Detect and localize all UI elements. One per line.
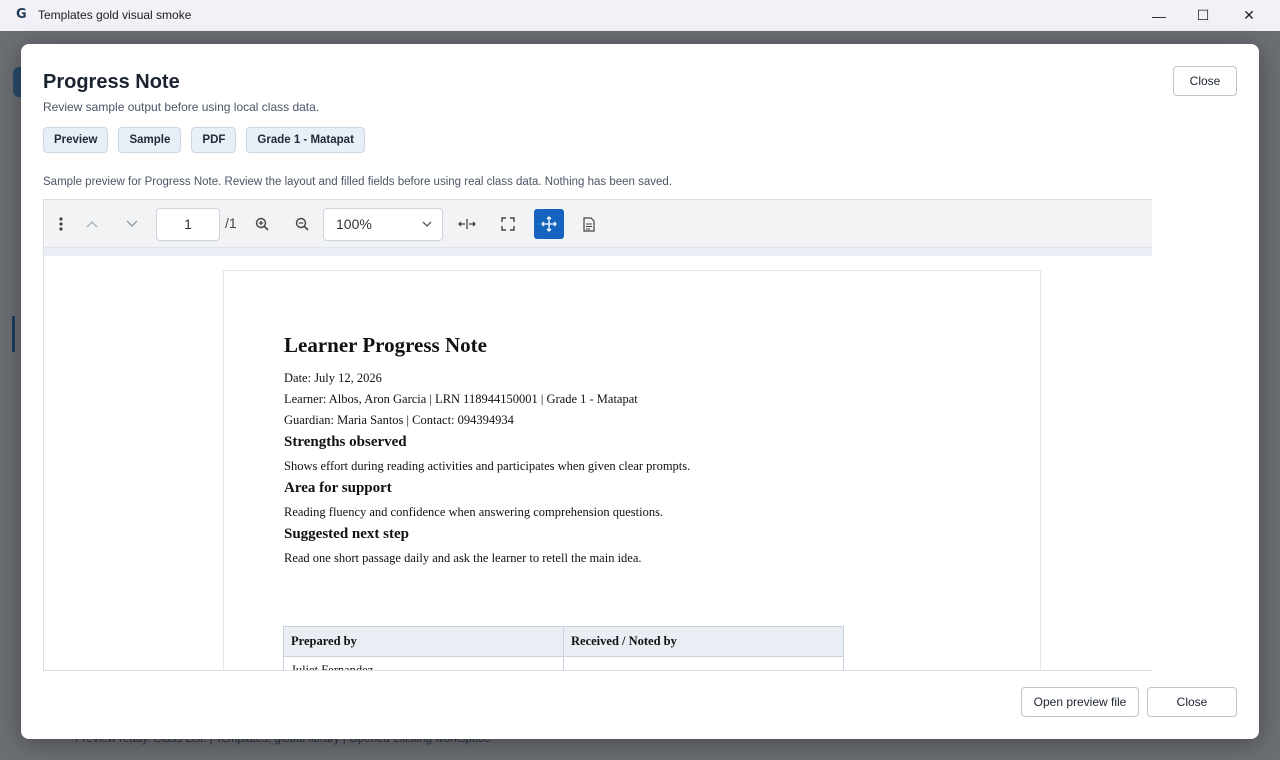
preview-notice: Sample preview for Progress Note. Review… bbox=[43, 176, 673, 188]
zoom-in-icon[interactable] bbox=[247, 209, 277, 239]
signature-table: Prepared by Received / Noted by Juliet F… bbox=[283, 626, 844, 670]
chip-class: Grade 1 - Matapat bbox=[246, 127, 365, 153]
document-properties-icon[interactable] bbox=[574, 209, 604, 239]
fit-width-icon[interactable] bbox=[452, 209, 482, 239]
document-guardian: Guardian: Maria Santos | Contact: 094394… bbox=[284, 413, 514, 427]
dialog-chips: Preview Sample PDF Grade 1 - Matapat bbox=[43, 127, 365, 153]
zoom-select[interactable]: 100% bbox=[323, 208, 443, 241]
chip-sample: Sample bbox=[118, 127, 182, 153]
maximize-button[interactable]: ☐ bbox=[1180, 0, 1226, 31]
pdf-toolbar: 1 /1 100% bbox=[44, 200, 1152, 248]
chip-preview: Preview bbox=[43, 127, 109, 153]
minimize-icon: — bbox=[1152, 7, 1166, 24]
section-body-strengths: Shows effort during reading activities a… bbox=[284, 459, 691, 473]
page-number-input[interactable]: 1 bbox=[156, 208, 220, 241]
table-header-row: Prepared by Received / Noted by bbox=[283, 626, 844, 657]
document-title: Learner Progress Note bbox=[284, 333, 487, 357]
open-preview-file-button[interactable]: Open preview file bbox=[1021, 687, 1139, 717]
table-header-prepared-by: Prepared by bbox=[283, 626, 564, 657]
chevron-up-icon[interactable] bbox=[77, 209, 107, 239]
document-learner: Learner: Albos, Aron Garcia | LRN 118944… bbox=[284, 392, 638, 406]
chevron-down-icon[interactable] bbox=[117, 209, 147, 239]
zoom-value: 100% bbox=[336, 216, 372, 232]
pdf-canvas[interactable]: Learner Progress Note Date: July 12, 202… bbox=[44, 256, 1152, 670]
chip-pdf: PDF bbox=[191, 127, 237, 153]
document-date: Date: July 12, 2026 bbox=[284, 371, 382, 385]
footer-close-button[interactable]: Close bbox=[1147, 687, 1237, 717]
table-cell-received-by bbox=[563, 656, 844, 670]
window-titlebar: G Templates gold visual smoke — ☐ ✕ bbox=[0, 0, 1280, 31]
fullscreen-icon[interactable] bbox=[493, 209, 523, 239]
dialog-title: Progress Note bbox=[43, 71, 180, 93]
minimize-button[interactable]: — bbox=[1136, 0, 1182, 31]
page-total: /1 bbox=[225, 215, 237, 231]
maximize-icon: ☐ bbox=[1196, 7, 1210, 23]
table-header-received-by: Received / Noted by bbox=[563, 626, 844, 657]
section-heading-next-step: Suggested next step bbox=[284, 526, 410, 542]
pan-tool-icon[interactable] bbox=[534, 209, 564, 239]
window-close-button[interactable]: ✕ bbox=[1226, 0, 1272, 31]
table-row: Juliet Fernandez bbox=[283, 656, 844, 670]
background-nav-indicator bbox=[12, 316, 15, 352]
window-title: Templates gold visual smoke bbox=[38, 8, 192, 22]
pdf-page: Learner Progress Note Date: July 12, 202… bbox=[223, 270, 1041, 670]
table-cell-prepared-by: Juliet Fernandez bbox=[283, 656, 564, 670]
section-heading-support: Area for support bbox=[284, 480, 392, 496]
app-logo-icon: G bbox=[16, 7, 27, 22]
section-body-next-step: Read one short passage daily and ask the… bbox=[284, 551, 642, 565]
viewer-canvas-header bbox=[44, 248, 1152, 256]
dialog-subtitle: Review sample output before using local … bbox=[43, 100, 320, 114]
pdf-viewer: 1 /1 100% Learner Progress Note Date: Ju… bbox=[43, 199, 1152, 671]
more-vertical-icon[interactable] bbox=[46, 209, 76, 239]
dialog-close-button[interactable]: Close bbox=[1173, 66, 1237, 96]
section-heading-strengths: Strengths observed bbox=[284, 434, 407, 450]
close-icon: ✕ bbox=[1243, 7, 1255, 23]
progress-note-dialog: Progress Note Review sample output befor… bbox=[21, 44, 1259, 739]
zoom-out-icon[interactable] bbox=[287, 209, 317, 239]
chevron-down-icon bbox=[422, 209, 432, 240]
section-body-support: Reading fluency and confidence when answ… bbox=[284, 505, 664, 519]
